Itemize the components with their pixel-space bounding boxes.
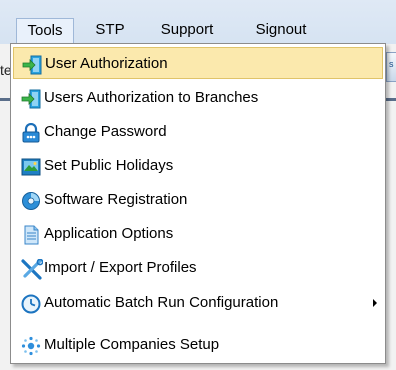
menu-item-automatic-batch-run[interactable]: Automatic Batch Run Configuration — [13, 287, 383, 319]
menu-item-label: Application Options — [44, 225, 174, 242]
background-divider — [0, 98, 10, 101]
background-button-label: s — [389, 59, 394, 69]
enter-arrow-icon — [21, 89, 41, 109]
clock-icon — [21, 294, 41, 314]
menu-item-label: Automatic Batch Run Configuration — [44, 294, 279, 311]
tools-icon — [21, 258, 44, 280]
menu-item-user-authorization[interactable]: User Authorization — [13, 47, 383, 79]
menu-item-software-registration[interactable]: Software Registration — [13, 184, 383, 216]
menu-item-label: Import / Export Profiles — [44, 259, 197, 276]
tools-dropdown-menu: User Authorization Users Authorization t… — [10, 43, 386, 364]
menu-signout[interactable]: Signout — [244, 19, 318, 41]
background-button[interactable]: s — [386, 52, 396, 82]
menu-item-users-authorization-branches[interactable]: Users Authorization to Branches — [13, 82, 383, 114]
menu-tools[interactable]: Tools — [16, 18, 74, 44]
menu-item-label: Multiple Companies Setup — [44, 336, 220, 353]
menu-item-label: Change Password — [44, 123, 167, 140]
menu-item-label: Users Authorization to Branches — [44, 89, 259, 106]
network-icon — [21, 336, 41, 356]
enter-arrow-icon — [22, 55, 42, 75]
menu-item-import-export-profiles[interactable]: Import / Export Profiles — [13, 252, 383, 284]
menu-item-label: User Authorization — [45, 55, 168, 72]
disc-icon — [21, 191, 41, 211]
menu-stp[interactable]: STP — [88, 19, 132, 41]
document-icon — [21, 225, 41, 245]
menu-item-label: Set Public Holidays — [44, 157, 174, 174]
menu-item-set-public-holidays[interactable]: Set Public Holidays — [13, 150, 383, 182]
submenu-arrow-icon — [373, 299, 377, 307]
menu-item-label: Software Registration — [44, 191, 188, 208]
menu-bar: Tools STP Support Signout — [0, 0, 396, 44]
menu-item-multiple-companies-setup[interactable]: Multiple Companies Setup — [13, 329, 383, 361]
calendar-picture-icon — [21, 157, 41, 177]
lock-icon — [21, 122, 41, 143]
menu-item-change-password[interactable]: Change Password — [13, 116, 383, 148]
menu-support[interactable]: Support — [152, 19, 222, 41]
menu-item-application-options[interactable]: Application Options — [13, 218, 383, 250]
